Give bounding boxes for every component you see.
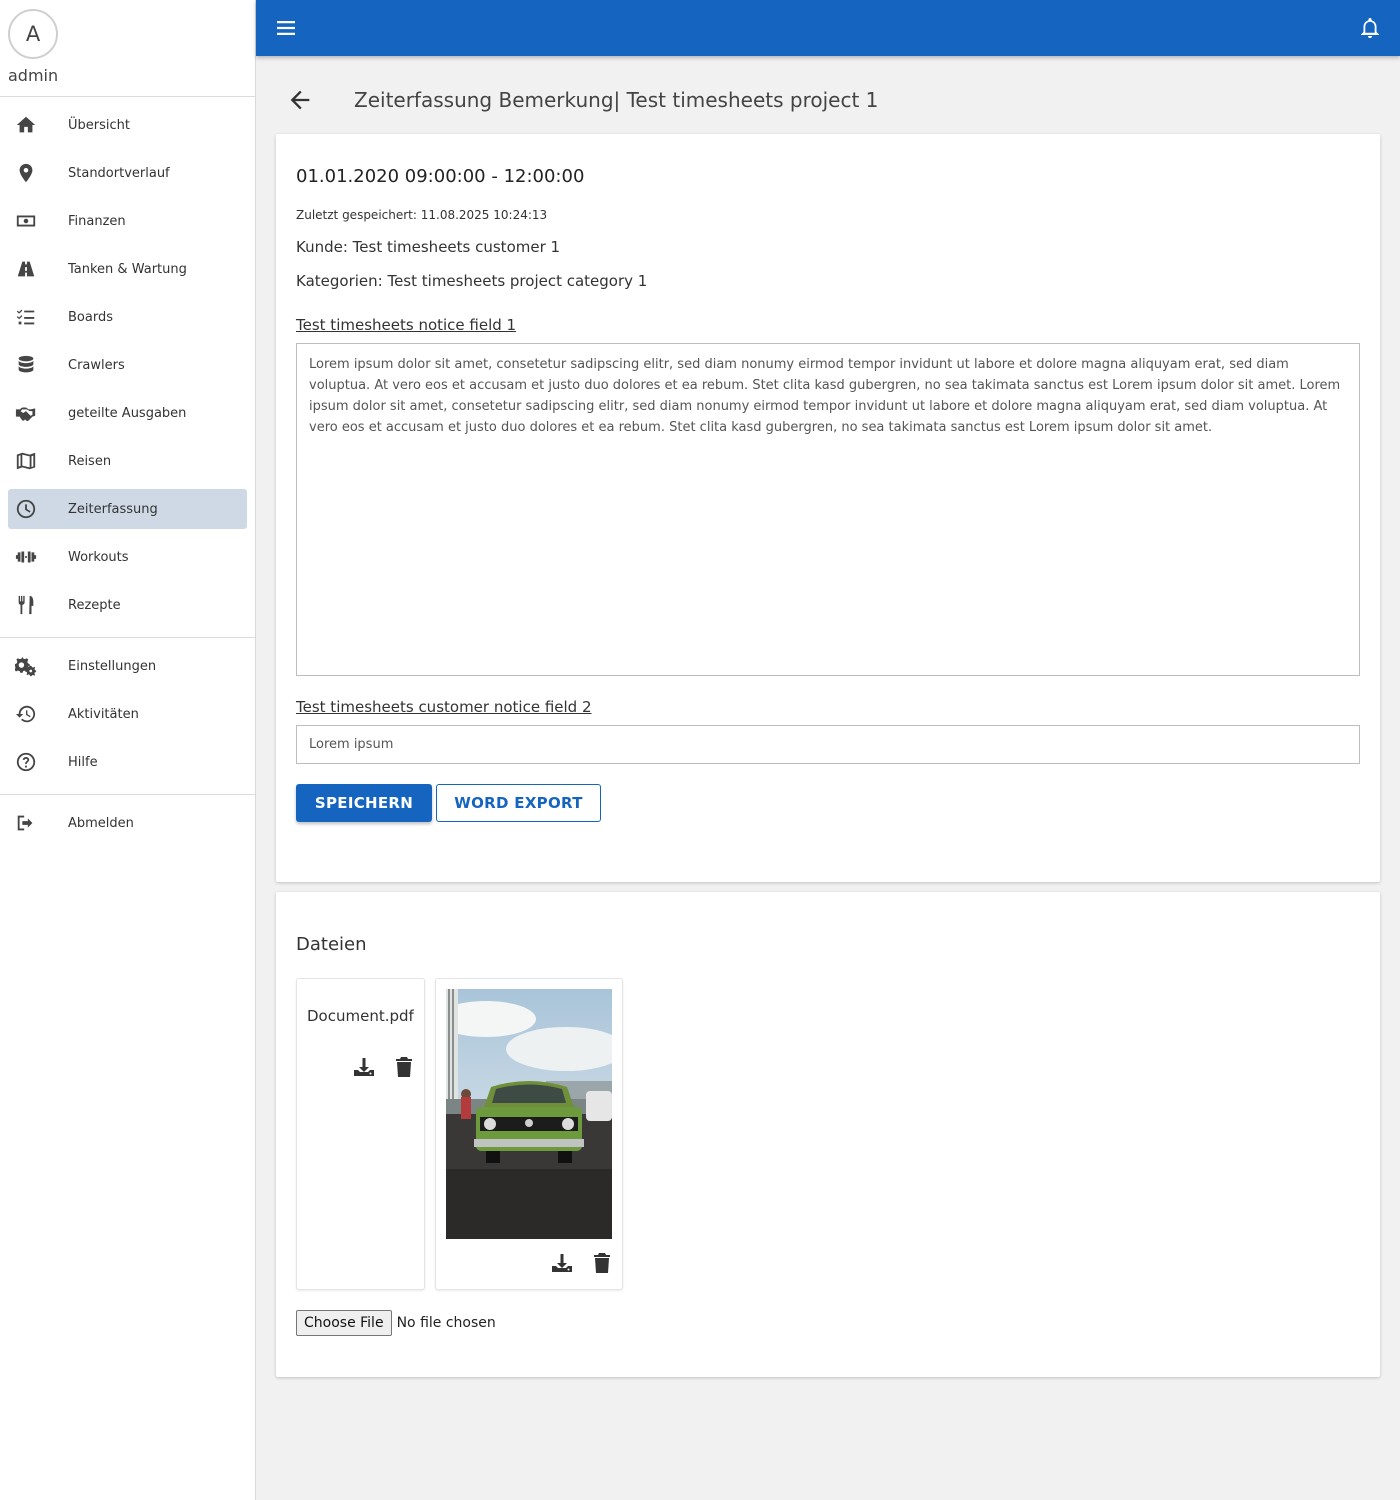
sidebar-item-geteilte-ausgaben[interactable]: geteilte Ausgaben xyxy=(8,393,247,433)
file-upload-input: Choose File No file chosen xyxy=(296,1310,496,1336)
money-icon xyxy=(14,209,38,233)
history-icon xyxy=(14,702,38,726)
sidebar-item-label: Crawlers xyxy=(68,357,125,373)
main-nav: Übersicht Standortverlauf Finanzen Tanke… xyxy=(0,97,255,638)
question-circle-icon xyxy=(14,750,38,774)
car-photo-image xyxy=(446,989,612,1239)
notice-field-2-label: Test timesheets customer notice field 2 xyxy=(296,698,592,716)
gears-icon xyxy=(14,654,38,678)
menu-icon[interactable] xyxy=(274,16,298,40)
database-icon xyxy=(14,353,38,377)
profile-section: A admin xyxy=(0,0,255,97)
image-thumbnail[interactable] xyxy=(446,989,612,1239)
notice-field-1-textarea[interactable]: Lorem ipsum dolor sit amet, consetetur s… xyxy=(296,343,1360,676)
clock-icon xyxy=(14,497,38,521)
sidebar-item-label: Reisen xyxy=(68,453,112,469)
file-card-image xyxy=(435,978,623,1290)
sidebar-item-workouts[interactable]: Workouts xyxy=(8,537,247,577)
sidebar-item-label: Tanken & Wartung xyxy=(68,261,187,277)
sidebar-item-hilfe[interactable]: Hilfe xyxy=(8,742,247,782)
top-bar xyxy=(256,0,1400,56)
sidebar-item-standortverlauf[interactable]: Standortverlauf xyxy=(8,153,247,193)
sidebar-item-aktivitaeten[interactable]: Aktivitäten xyxy=(8,694,247,734)
avatar[interactable]: A xyxy=(8,9,58,59)
sidebar-item-label: Abmelden xyxy=(68,815,134,831)
sidebar-item-boards[interactable]: Boards xyxy=(8,297,247,337)
sidebar-item-rezepte[interactable]: Rezepte xyxy=(8,585,247,625)
sign-out-icon xyxy=(14,811,38,835)
sidebar-item-reisen[interactable]: Reisen xyxy=(8,441,247,481)
sidebar-item-label: Standortverlauf xyxy=(68,165,170,181)
sidebar-item-uebersicht[interactable]: Übersicht xyxy=(8,105,247,145)
choose-file-button[interactable]: Choose File xyxy=(296,1310,392,1336)
sidebar-item-label: geteilte Ausgaben xyxy=(68,405,187,421)
sidebar-item-label: Finanzen xyxy=(68,213,126,229)
download-icon[interactable] xyxy=(352,1055,376,1079)
file-name[interactable]: Document.pdf xyxy=(307,1007,414,1025)
categories-text: Kategorien: Test timesheets project cate… xyxy=(296,272,648,290)
files-title: Dateien xyxy=(296,934,367,955)
sidebar: A admin Übersicht Standortverlauf Finanz… xyxy=(0,0,256,1500)
download-icon[interactable] xyxy=(550,1251,574,1275)
trash-icon[interactable] xyxy=(590,1251,614,1275)
sidebar-item-abmelden[interactable]: Abmelden xyxy=(8,803,247,843)
save-button[interactable]: SPEICHERN xyxy=(296,784,432,822)
handshake-icon xyxy=(14,401,38,425)
map-icon xyxy=(14,449,38,473)
sidebar-item-crawlers[interactable]: Crawlers xyxy=(8,345,247,385)
utensils-icon xyxy=(14,593,38,617)
location-pin-icon xyxy=(14,161,38,185)
home-icon xyxy=(14,113,38,137)
sidebar-item-label: Workouts xyxy=(68,549,129,565)
logout-nav: Abmelden xyxy=(0,795,255,855)
sidebar-item-einstellungen[interactable]: Einstellungen xyxy=(8,646,247,686)
road-icon xyxy=(14,257,38,281)
file-card-pdf: Document.pdf xyxy=(296,978,425,1290)
sidebar-item-tanken-wartung[interactable]: Tanken & Wartung xyxy=(8,249,247,289)
sidebar-item-label: Aktivitäten xyxy=(68,706,139,722)
sidebar-item-zeiterfassung[interactable]: Zeiterfassung xyxy=(8,489,247,529)
sidebar-item-label: Rezepte xyxy=(68,597,121,613)
sidebar-item-finanzen[interactable]: Finanzen xyxy=(8,201,247,241)
notice-field-1-label: Test timesheets notice field 1 xyxy=(296,316,517,334)
bell-icon[interactable] xyxy=(1358,16,1382,40)
files-card: Dateien Document.pdf Choose File No file… xyxy=(276,892,1380,1377)
trash-icon[interactable] xyxy=(392,1055,416,1079)
settings-nav: Einstellungen Aktivitäten Hilfe xyxy=(0,638,255,795)
sidebar-item-label: Hilfe xyxy=(68,754,98,770)
last-saved-text: Zuletzt gespeichert: 11.08.2025 10:24:13 xyxy=(296,208,548,222)
sidebar-item-label: Einstellungen xyxy=(68,658,157,674)
sidebar-item-label: Zeiterfassung xyxy=(68,501,158,517)
username: admin xyxy=(8,66,59,85)
tasks-icon xyxy=(14,305,38,329)
word-export-button[interactable]: WORD EXPORT xyxy=(436,784,601,822)
customer-text: Kunde: Test timesheets customer 1 xyxy=(296,238,561,256)
back-arrow-icon[interactable] xyxy=(286,86,314,114)
sidebar-item-label: Übersicht xyxy=(68,117,130,133)
dumbbell-icon xyxy=(14,545,38,569)
entry-card: 01.01.2020 09:00:00 - 12:00:00 Zuletzt g… xyxy=(276,134,1380,882)
page-title: Zeiterfassung Bemerkung| Test timesheets… xyxy=(354,88,879,112)
notice-field-2-input[interactable] xyxy=(296,725,1360,764)
sidebar-item-label: Boards xyxy=(68,309,113,325)
no-file-chosen-text: No file chosen xyxy=(396,1315,496,1331)
entry-time-range: 01.01.2020 09:00:00 - 12:00:00 xyxy=(296,166,585,187)
